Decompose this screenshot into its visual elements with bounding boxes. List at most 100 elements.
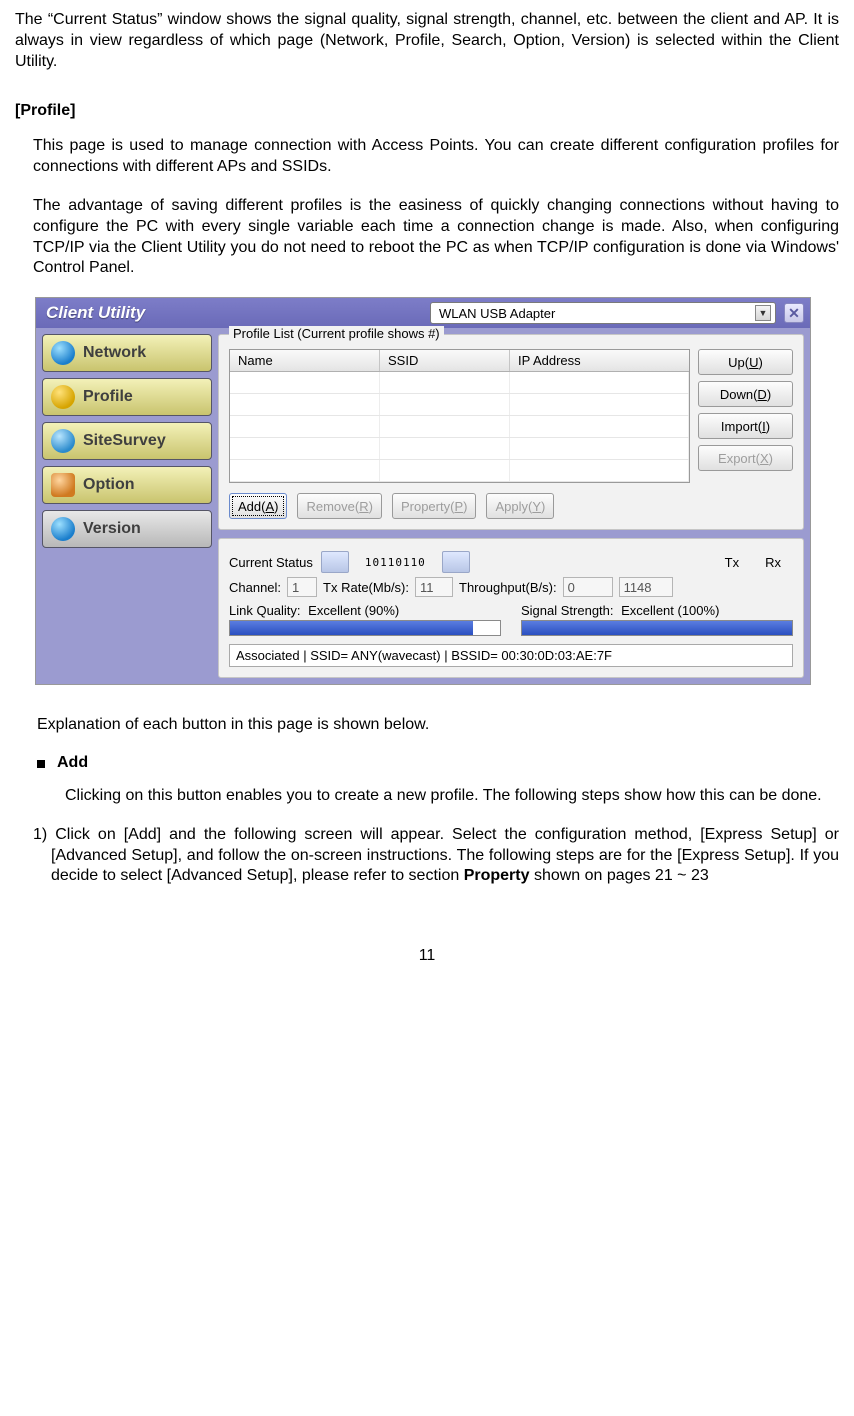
up-button[interactable]: Up(U)	[698, 349, 793, 375]
nav-network-label: Network	[83, 344, 146, 362]
table-row[interactable]	[230, 438, 689, 460]
signal-strength-text: Signal Strength: Excellent (100%)	[521, 603, 793, 618]
property-button-key: P	[454, 499, 463, 514]
add-step-1-bold: Property	[464, 867, 530, 884]
bullet-add-label: Add	[57, 754, 88, 772]
profile-area: Name SSID IP Address Up(U)	[229, 349, 793, 483]
tx-label: Tx	[725, 555, 739, 570]
link-quality-bar-fill	[230, 621, 473, 635]
profile-side-buttons: Up(U) Down(D) Import(I) Export(X)	[698, 349, 793, 483]
down-button-key: D	[757, 387, 766, 402]
remove-button-post: )	[369, 499, 373, 514]
antenna-icon	[442, 551, 470, 573]
nav-version-label: Version	[83, 520, 141, 538]
export-button-post: )	[769, 451, 773, 466]
txrx-header: Tx Rx	[725, 555, 793, 570]
signal-strength-value: Excellent (100%)	[621, 603, 719, 618]
status-header-row: Current Status 10110110 Tx Rx	[229, 551, 793, 573]
apply-button[interactable]: Apply(Y)	[486, 493, 554, 519]
export-button-pre: Export(	[718, 451, 760, 466]
computer-icon	[321, 551, 349, 573]
status-values-row: Channel: 1 Tx Rate(Mb/s): 11 Throughput(…	[229, 577, 793, 597]
table-row[interactable]	[230, 460, 689, 482]
col-name[interactable]: Name	[230, 350, 380, 371]
page-number: 11	[15, 947, 839, 965]
star-icon	[51, 385, 75, 409]
col-ssid[interactable]: SSID	[380, 350, 510, 371]
profile-table-header: Name SSID IP Address	[230, 350, 689, 372]
add-button-key: A	[265, 499, 274, 514]
adapter-dropdown[interactable]: WLAN USB Adapter ▼	[430, 302, 776, 324]
app-title: Client Utility	[40, 303, 430, 323]
import-button-pre: Import(	[721, 419, 762, 434]
square-bullet-icon	[37, 760, 45, 768]
nav-network[interactable]: Network	[42, 334, 212, 372]
link-quality-bar	[229, 620, 501, 636]
rx-label: Rx	[765, 555, 781, 570]
titlebar: Client Utility WLAN USB Adapter ▼ ✕	[36, 298, 810, 328]
export-button[interactable]: Export(X)	[698, 445, 793, 471]
nav-sitesurvey[interactable]: SiteSurvey	[42, 422, 212, 460]
txrate-label: Tx Rate(Mb/s):	[323, 580, 409, 595]
table-row[interactable]	[230, 394, 689, 416]
link-quality-value: Excellent (90%)	[308, 603, 399, 618]
signal-strength-block: Signal Strength: Excellent (100%)	[521, 603, 793, 636]
property-button-pre: Property(	[401, 499, 454, 514]
remove-button-key: R	[359, 499, 368, 514]
remove-button[interactable]: Remove(R)	[297, 493, 381, 519]
adapter-dropdown-value: WLAN USB Adapter	[439, 306, 555, 321]
current-status-panel: Current Status 10110110 Tx Rx Channel: 1…	[218, 538, 804, 678]
table-row[interactable]	[230, 372, 689, 394]
tx-value: 0	[563, 577, 613, 597]
add-button-post: )	[274, 499, 278, 514]
nav-option-label: Option	[83, 476, 135, 494]
profile-list-panel: Profile List (Current profile shows #) N…	[218, 334, 804, 530]
export-button-key: X	[760, 451, 769, 466]
chevron-down-icon: ▼	[755, 305, 771, 321]
client-utility-screenshot: Client Utility WLAN USB Adapter ▼ ✕ Netw…	[35, 297, 811, 685]
nav-version[interactable]: Version	[42, 510, 212, 548]
add-button[interactable]: Add(A)	[229, 493, 287, 519]
down-button-pre: Down(	[720, 387, 758, 402]
up-button-post: )	[759, 355, 763, 370]
magnifier-icon	[51, 429, 75, 453]
signal-strength-bar	[521, 620, 793, 636]
globe-icon	[51, 517, 75, 541]
nav-sitesurvey-label: SiteSurvey	[83, 432, 166, 450]
link-quality-block: Link Quality: Excellent (90%)	[229, 603, 501, 636]
sidebar: Network Profile SiteSurvey Option Versio…	[42, 334, 212, 678]
current-status-legend: Current Status	[229, 555, 313, 570]
profile-paragraph-2: The advantage of saving different profil…	[15, 196, 839, 279]
property-button[interactable]: Property(P)	[392, 493, 476, 519]
app-body: Network Profile SiteSurvey Option Versio…	[36, 328, 810, 684]
down-button-post: )	[767, 387, 771, 402]
up-button-pre: Up(	[728, 355, 749, 370]
options-icon	[51, 473, 75, 497]
signal-strength-bar-fill	[522, 621, 792, 635]
txrate-value: 11	[415, 577, 453, 597]
channel-value: 1	[287, 577, 317, 597]
apply-button-pre: Apply(	[495, 499, 532, 514]
property-button-post: )	[463, 499, 467, 514]
add-intro-paragraph: Clicking on this button enables you to c…	[15, 786, 839, 807]
import-button[interactable]: Import(I)	[698, 413, 793, 439]
channel-label: Channel:	[229, 580, 281, 595]
profile-bottom-buttons: Add(A) Remove(R) Property(P) Apply(Y)	[229, 493, 793, 519]
link-quality-label: Link Quality:	[229, 603, 301, 618]
apply-button-post: )	[541, 499, 545, 514]
add-step-1-prefix: 1) Click on [Add] and the following scre…	[33, 826, 839, 885]
signal-strength-label: Signal Strength:	[521, 603, 614, 618]
col-ip[interactable]: IP Address	[510, 350, 689, 371]
down-button[interactable]: Down(D)	[698, 381, 793, 407]
close-icon[interactable]: ✕	[784, 303, 804, 323]
add-button-pre: Add(	[238, 499, 265, 514]
explanation-line: Explanation of each button in this page …	[15, 715, 839, 736]
nav-option[interactable]: Option	[42, 466, 212, 504]
intro-paragraph: The “Current Status” window shows the si…	[15, 10, 839, 72]
nav-profile[interactable]: Profile	[42, 378, 212, 416]
profile-table[interactable]: Name SSID IP Address	[229, 349, 690, 483]
nav-profile-label: Profile	[83, 388, 133, 406]
table-row[interactable]	[230, 416, 689, 438]
status-bars-row: Link Quality: Excellent (90%) Signal Str…	[229, 603, 793, 636]
association-status: Associated | SSID= ANY(wavecast) | BSSID…	[229, 644, 793, 667]
